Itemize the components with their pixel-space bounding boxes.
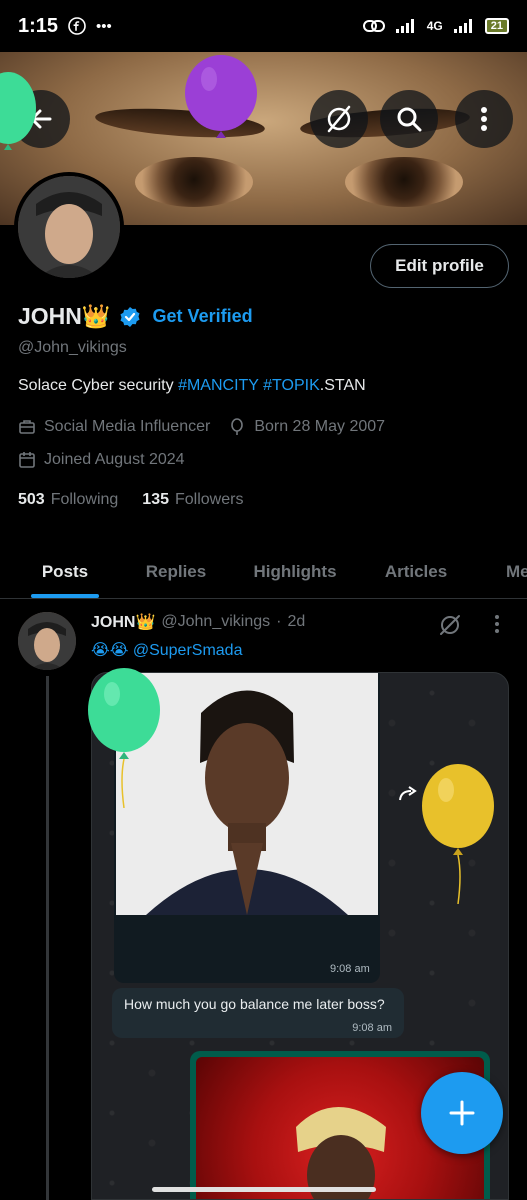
grok-button[interactable] bbox=[310, 90, 368, 148]
post-emojis: 😭😭 bbox=[91, 642, 129, 659]
calendar-icon bbox=[19, 452, 35, 468]
more-vertical-icon bbox=[495, 615, 499, 633]
banner-eye-right bbox=[345, 157, 463, 207]
hashtag-link[interactable]: #MANCITY bbox=[178, 377, 259, 394]
signal-icon bbox=[395, 19, 414, 33]
briefcase-icon bbox=[19, 420, 35, 434]
profile-meta-row: Social Media Influencer Born 28 May 2007 bbox=[18, 418, 385, 436]
follow-stats: 503 Following 135 Followers bbox=[18, 491, 243, 509]
status-bar: 1:15 ••• 4G 21 bbox=[0, 0, 527, 52]
post-text: 😭😭 @SuperSmada bbox=[91, 640, 242, 660]
chat-bubble-text: How much you go balance me later boss? bbox=[124, 996, 385, 1012]
post-age: 2d bbox=[287, 613, 306, 630]
active-tab-indicator bbox=[31, 594, 99, 598]
birthday-balloon-icon bbox=[231, 418, 244, 435]
hashtag-link[interactable]: #TOPIK bbox=[263, 377, 320, 394]
following-link[interactable]: 503 Following bbox=[18, 491, 118, 509]
verified-badge-icon bbox=[120, 306, 140, 327]
home-indicator[interactable] bbox=[152, 1187, 376, 1192]
profile-avatar[interactable] bbox=[14, 172, 124, 282]
search-button[interactable] bbox=[380, 90, 438, 148]
plus-icon bbox=[449, 1100, 475, 1126]
following-label: Following bbox=[50, 491, 119, 508]
more-vertical-icon bbox=[481, 107, 487, 131]
followers-label: Followers bbox=[175, 491, 244, 508]
status-right-icons: 4G 21 bbox=[362, 18, 509, 34]
birthday-balloon-icon bbox=[185, 55, 257, 138]
network-type: 4G bbox=[426, 19, 443, 33]
post-author-name[interactable]: JOHN👑 bbox=[91, 612, 155, 632]
post-grok-button[interactable] bbox=[438, 613, 462, 642]
forward-icon bbox=[397, 785, 421, 808]
tab-articles[interactable]: Articles bbox=[372, 545, 460, 599]
post-header: JOHN👑 @John_vikings · 2d bbox=[91, 612, 305, 632]
grok-icon bbox=[327, 105, 351, 133]
battery-icon: 21 bbox=[484, 18, 509, 34]
bio-text: Solace Cyber security bbox=[18, 377, 179, 394]
name-row: JOHN👑 Get Verified bbox=[18, 303, 253, 330]
link-icon bbox=[362, 20, 385, 32]
signal-icon-2 bbox=[453, 19, 472, 33]
tab-replies[interactable]: Replies bbox=[128, 545, 224, 599]
display-name: JOHN👑 bbox=[18, 303, 111, 329]
grok-icon bbox=[440, 615, 460, 635]
profile-joined-row: Joined August 2024 bbox=[18, 451, 185, 469]
post-avatar-image bbox=[18, 612, 76, 670]
more-notifications-icon: ••• bbox=[96, 17, 112, 35]
birthday-balloon-icon bbox=[88, 668, 160, 808]
banner-eye-left bbox=[135, 157, 253, 207]
more-button[interactable] bbox=[455, 90, 513, 148]
thread-line bbox=[46, 676, 49, 1200]
status-time: 1:15 bbox=[18, 14, 59, 37]
profile-birthday: Born 28 May 2007 bbox=[254, 418, 386, 435]
following-count: 503 bbox=[18, 491, 45, 508]
profile-tabs: Posts Replies Highlights Articles Me bbox=[0, 545, 527, 599]
mention-link[interactable]: @SuperSmada bbox=[133, 642, 243, 659]
birthday-balloon-icon bbox=[422, 764, 494, 904]
compose-button[interactable] bbox=[421, 1072, 503, 1154]
profile-handle: @John_vikings bbox=[18, 339, 127, 356]
post-author-handle: @John_vikings bbox=[161, 613, 271, 630]
profile-bio: Solace Cyber security #MANCITY #TOPIK.ST… bbox=[18, 377, 366, 395]
status-notification-icons: ••• bbox=[68, 17, 112, 35]
get-verified-link[interactable]: Get Verified bbox=[153, 306, 253, 327]
followers-link[interactable]: 135 Followers bbox=[142, 491, 243, 509]
edit-profile-button[interactable]: Edit profile bbox=[370, 244, 509, 288]
tab-highlights[interactable]: Highlights bbox=[242, 545, 348, 599]
avatar-image bbox=[18, 176, 120, 278]
post-author-avatar[interactable] bbox=[18, 612, 76, 670]
post-more-button[interactable] bbox=[494, 614, 500, 639]
profile-category: Social Media Influencer bbox=[44, 418, 211, 435]
tab-media[interactable]: Me bbox=[496, 545, 527, 599]
birthday-balloon-icon bbox=[0, 72, 36, 150]
facebook-notification-icon bbox=[68, 17, 86, 35]
bio-suffix: .STAN bbox=[319, 377, 366, 394]
image-message-time: 9:08 am bbox=[330, 963, 370, 975]
chat-text-message: How much you go balance me later boss? 9… bbox=[112, 988, 404, 1038]
post-separator: · bbox=[276, 613, 282, 630]
profile-joined: Joined August 2024 bbox=[44, 451, 185, 468]
tab-posts[interactable]: Posts bbox=[18, 545, 112, 599]
text-message-time: 9:08 am bbox=[352, 1022, 392, 1034]
search-icon bbox=[397, 107, 422, 132]
followers-count: 135 bbox=[142, 491, 169, 508]
